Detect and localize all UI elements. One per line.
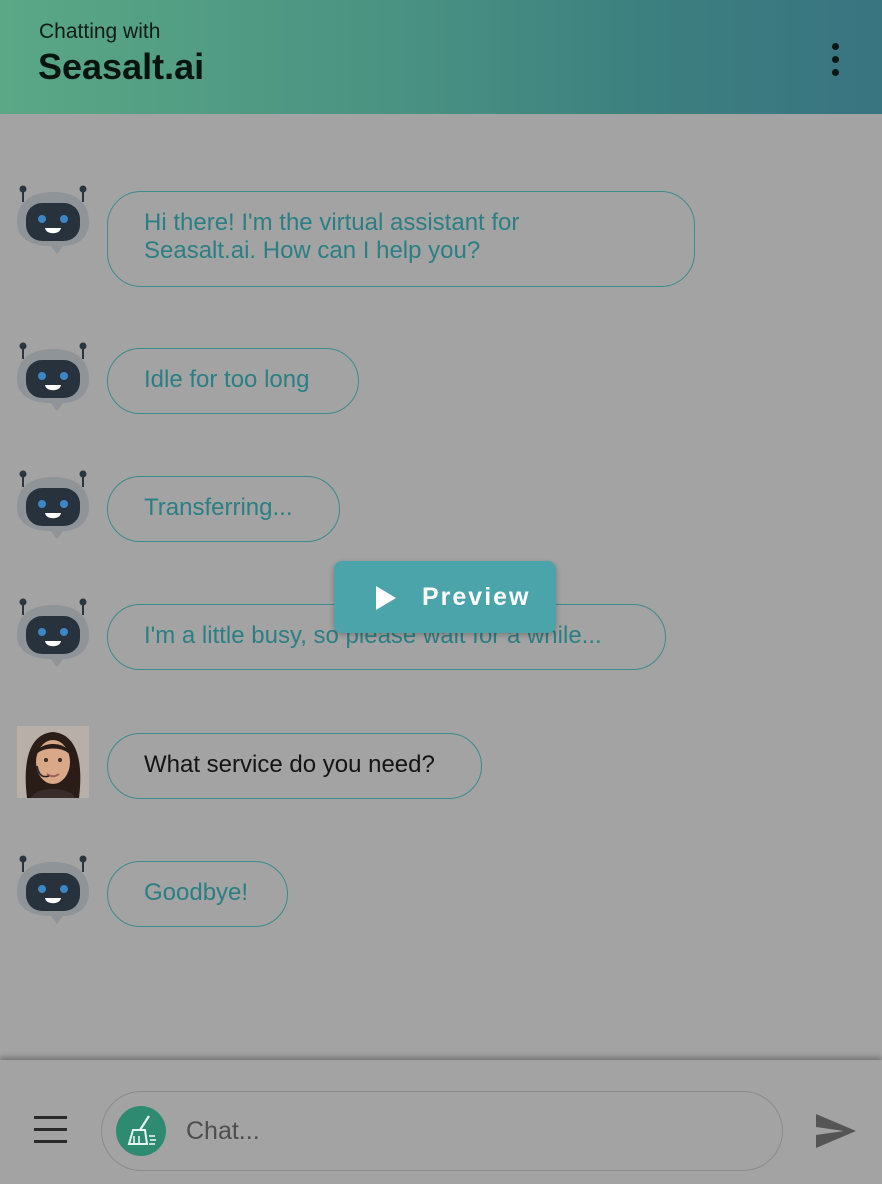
message-bubble: Hi there! I'm the virtual assistant for … bbox=[107, 191, 695, 287]
send-icon[interactable] bbox=[814, 1112, 858, 1150]
chat-input-container bbox=[101, 1091, 783, 1171]
header-title: Seasalt.ai bbox=[38, 46, 205, 87]
message-bubble: What service do you need? bbox=[107, 733, 482, 799]
bot-avatar-icon bbox=[17, 185, 89, 254]
bot-avatar-icon bbox=[17, 342, 89, 411]
message-bubble: Idle for too long bbox=[107, 348, 359, 414]
message-bubble: Goodbye! bbox=[107, 861, 288, 927]
composer-bar bbox=[0, 1060, 882, 1184]
bot-avatar-icon bbox=[17, 855, 89, 924]
agent-avatar bbox=[17, 726, 89, 798]
broom-icon bbox=[127, 1115, 156, 1145]
preview-label: Preview bbox=[422, 583, 531, 611]
chat-header: Chatting with Seasalt.ai bbox=[0, 0, 882, 114]
more-options-icon[interactable] bbox=[818, 38, 852, 82]
message-bubble: Transferring... bbox=[107, 476, 340, 542]
bot-avatar-icon bbox=[17, 598, 89, 667]
menu-icon[interactable] bbox=[34, 1116, 68, 1144]
preview-button[interactable]: Preview bbox=[334, 561, 556, 633]
clear-chat-button[interactable] bbox=[116, 1106, 166, 1156]
bot-avatar-icon bbox=[17, 470, 89, 539]
header-subtitle: Chatting with bbox=[39, 20, 161, 43]
play-icon bbox=[376, 586, 396, 610]
chat-input[interactable] bbox=[184, 1110, 748, 1152]
